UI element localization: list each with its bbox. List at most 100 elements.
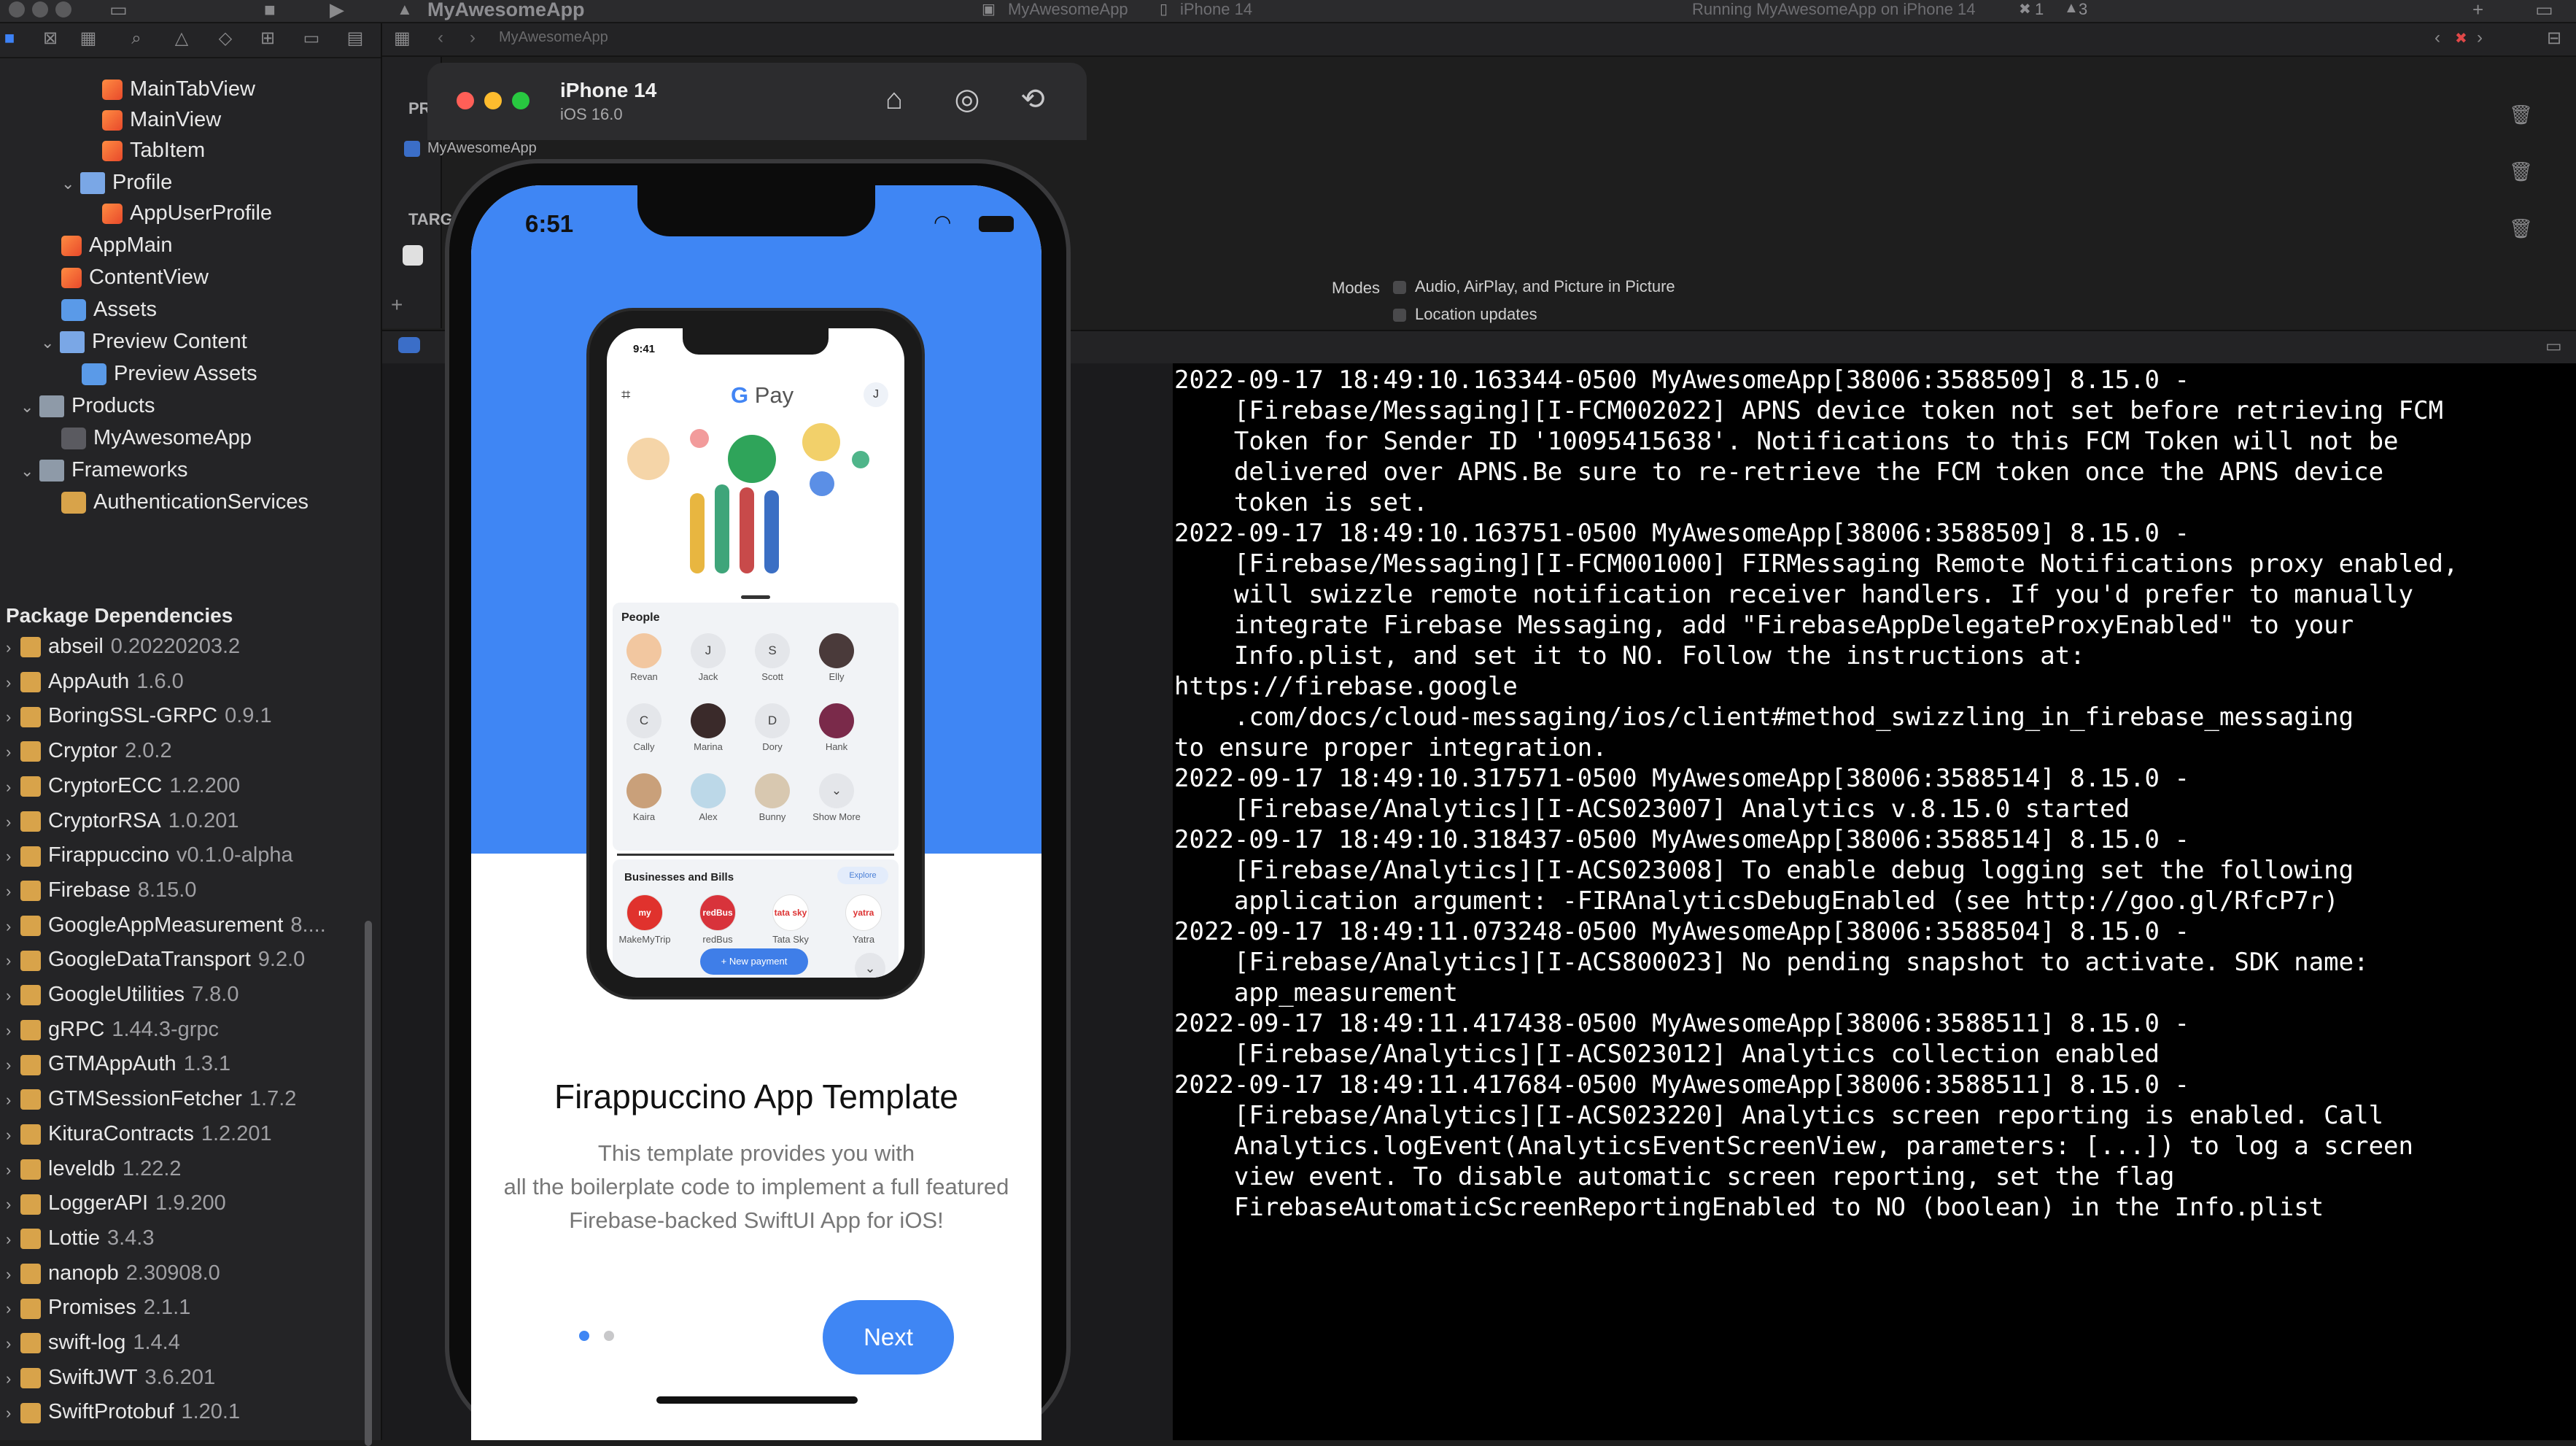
package-item[interactable]: › Firebase 8.15.0	[6, 874, 196, 906]
tree-item-preview-content[interactable]: ⌄ Preview Content	[41, 325, 247, 357]
chevron-left-icon[interactable]: ‹	[438, 28, 443, 48]
chevron-right-icon[interactable]: ›	[6, 667, 20, 699]
error-icon[interactable]: ✖	[2455, 29, 2467, 47]
mode-option-audio[interactable]: Audio, AirPlay, and Picture in Picture	[1393, 277, 1675, 296]
report-icon[interactable]: ▤	[346, 29, 365, 48]
package-item[interactable]: › GoogleUtilities 7.8.0	[6, 978, 238, 1010]
target-icon[interactable]	[403, 245, 423, 266]
tree-item-assets[interactable]: Assets	[61, 293, 157, 325]
chevron-right-icon[interactable]: ›	[6, 1119, 20, 1151]
page-indicator-dot-active[interactable]	[579, 1331, 589, 1341]
chevron-right-icon[interactable]: ›	[6, 1328, 20, 1360]
package-item[interactable]: › GTMAppAuth 1.3.1	[6, 1048, 230, 1080]
tree-item-maintabview[interactable]: MainTabView	[102, 73, 255, 105]
chevron-down-icon[interactable]: ⌄	[41, 327, 60, 359]
chevron-right-icon[interactable]: ›	[6, 806, 20, 838]
source-control-icon[interactable]: ⊠	[41, 29, 60, 48]
chevron-right-icon[interactable]: ›	[6, 701, 20, 733]
warning-count[interactable]: 3	[2079, 0, 2087, 19]
package-item[interactable]: › SwiftJWT 3.6.201	[6, 1361, 215, 1393]
package-item[interactable]: › SwiftProtobuf 1.20.1	[6, 1396, 240, 1428]
minimize-window-button[interactable]	[32, 1, 48, 18]
package-item[interactable]: › Cryptor 2.0.2	[6, 735, 172, 767]
chevron-right-icon[interactable]: ›	[2477, 28, 2483, 48]
add-target-icon[interactable]: +	[391, 293, 403, 317]
grid-icon[interactable]: ▦	[394, 28, 411, 49]
search-icon[interactable]: ⌕	[127, 29, 146, 48]
run-destination-selector[interactable]: iPhone 14	[1180, 0, 1252, 19]
symbol-icon[interactable]: ▦	[79, 29, 98, 48]
chevron-right-icon[interactable]: ›	[6, 1154, 20, 1186]
home-icon[interactable]: ⌂	[878, 83, 910, 115]
scheme-selector[interactable]: MyAwesomeApp	[1008, 0, 1128, 19]
tree-item-tabitem[interactable]: TabItem	[102, 134, 205, 166]
chevron-right-icon[interactable]: ›	[6, 771, 20, 803]
chevron-right-icon[interactable]: ›	[470, 28, 476, 48]
chevron-down-icon[interactable]: ⌄	[20, 391, 39, 423]
chevron-right-icon[interactable]: ›	[6, 1293, 20, 1325]
trash-icon[interactable]: 🗑	[2509, 161, 2533, 183]
chevron-right-icon[interactable]: ›	[6, 1363, 20, 1395]
chevron-right-icon[interactable]: ›	[6, 1259, 20, 1291]
home-indicator[interactable]	[656, 1396, 858, 1404]
rotate-icon[interactable]: ⟲	[1017, 83, 1049, 115]
chevron-right-icon[interactable]: ›	[6, 1015, 20, 1047]
sidebar-toggle-icon[interactable]: ▭	[109, 0, 128, 19]
tree-item-contentview[interactable]: ContentView	[61, 261, 209, 293]
tree-item-appuserprofile[interactable]: AppUserProfile	[102, 197, 272, 229]
chevron-down-icon[interactable]: ⌄	[20, 455, 39, 487]
checkbox[interactable]	[1393, 309, 1406, 322]
error-icon[interactable]: ✖	[2019, 0, 2031, 18]
hide-debug-area-icon[interactable]	[398, 337, 420, 353]
package-item[interactable]: › GoogleAppMeasurement 8....	[6, 909, 326, 941]
chevron-right-icon[interactable]: ›	[6, 1188, 20, 1221]
breakpoint-icon[interactable]: ▭	[302, 29, 321, 48]
package-item[interactable]: › GoogleDataTransport 9.2.0	[6, 943, 305, 975]
package-item[interactable]: › CryptorRSA 1.0.201	[6, 805, 238, 837]
tree-item-preview-assets[interactable]: Preview Assets	[82, 357, 257, 390]
zoom-window-button[interactable]	[55, 1, 71, 18]
package-item[interactable]: › Firappuccino v0.1.0-alpha	[6, 839, 293, 871]
mode-option-location[interactable]: Location updates	[1393, 305, 1537, 324]
package-item[interactable]: › LoggerAPI 1.9.200	[6, 1187, 226, 1219]
chevron-right-icon[interactable]: ›	[6, 910, 20, 943]
tree-item-products[interactable]: ⌄ Products	[20, 390, 155, 422]
tree-item-appmain[interactable]: AppMain	[61, 229, 172, 261]
package-item[interactable]: › leveldb 1.22.2	[6, 1153, 182, 1185]
run-icon[interactable]: ▶	[330, 0, 344, 19]
tree-item-frameworks[interactable]: ⌄ Frameworks	[20, 454, 188, 486]
tree-item-authenticationservices[interactable]: AuthenticationServices	[61, 486, 309, 518]
package-item[interactable]: › GTMSessionFetcher 1.7.2	[6, 1083, 296, 1115]
package-item[interactable]: › KituraContracts 1.2.201	[6, 1118, 272, 1150]
simulator-zoom-button[interactable]	[512, 92, 529, 109]
chevron-right-icon[interactable]: ›	[6, 840, 20, 873]
console-layout-icon[interactable]: ▭	[2545, 336, 2562, 357]
warning-icon[interactable]: ▲	[2064, 0, 2079, 17]
inspector-toggle-icon[interactable]: ▭	[2535, 0, 2553, 19]
close-window-button[interactable]	[9, 1, 25, 18]
package-item[interactable]: › abseil 0.20220203.2	[6, 630, 240, 662]
test-icon[interactable]: ◇	[216, 29, 235, 48]
chevron-right-icon[interactable]: ›	[6, 632, 20, 664]
tree-item-profile[interactable]: ⌄ Profile	[61, 166, 172, 198]
chevron-right-icon[interactable]: ›	[6, 945, 20, 977]
debug-icon[interactable]: ⊞	[258, 29, 277, 48]
chevron-right-icon[interactable]: ›	[6, 980, 20, 1012]
simulator-minimize-button[interactable]	[484, 92, 502, 109]
package-item[interactable]: › Promises 2.1.1	[6, 1291, 190, 1323]
project-item[interactable]: MyAwesomeApp	[404, 140, 537, 157]
chevron-right-icon[interactable]: ›	[6, 1084, 20, 1116]
chevron-down-icon[interactable]: ⌄	[61, 168, 80, 200]
next-button[interactable]: Next	[823, 1300, 954, 1375]
navigator-scrollbar[interactable]	[365, 921, 372, 1446]
tree-item-myawesomeapp[interactable]: MyAwesomeApp	[61, 422, 252, 454]
chevron-right-icon[interactable]: ›	[6, 1049, 20, 1081]
tree-item-mainview[interactable]: MainView	[102, 104, 221, 136]
trash-icon[interactable]: 🗑	[2509, 217, 2533, 240]
chevron-right-icon[interactable]: ›	[6, 1397, 20, 1429]
breadcrumb[interactable]: MyAwesomeApp	[499, 29, 608, 46]
add-icon[interactable]: +	[2472, 0, 2483, 19]
package-item[interactable]: › Lottie 3.4.3	[6, 1222, 154, 1254]
debug-console[interactable]: 2022-09-17 18:49:10.163344-0500 MyAwesom…	[1173, 363, 2576, 1440]
package-item[interactable]: › nanopb 2.30908.0	[6, 1257, 220, 1289]
